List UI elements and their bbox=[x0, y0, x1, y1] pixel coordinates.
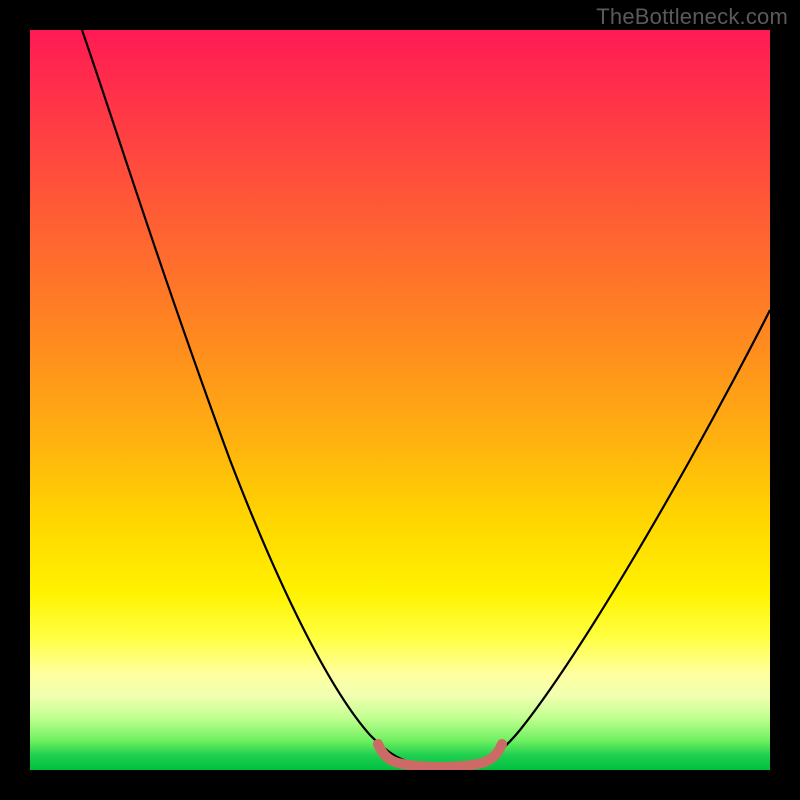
curve-layer bbox=[30, 30, 770, 770]
watermark-text: TheBottleneck.com bbox=[596, 4, 788, 30]
bottleneck-curve-path bbox=[82, 30, 770, 764]
plot-area bbox=[30, 30, 770, 770]
chart-frame: TheBottleneck.com bbox=[0, 0, 800, 800]
